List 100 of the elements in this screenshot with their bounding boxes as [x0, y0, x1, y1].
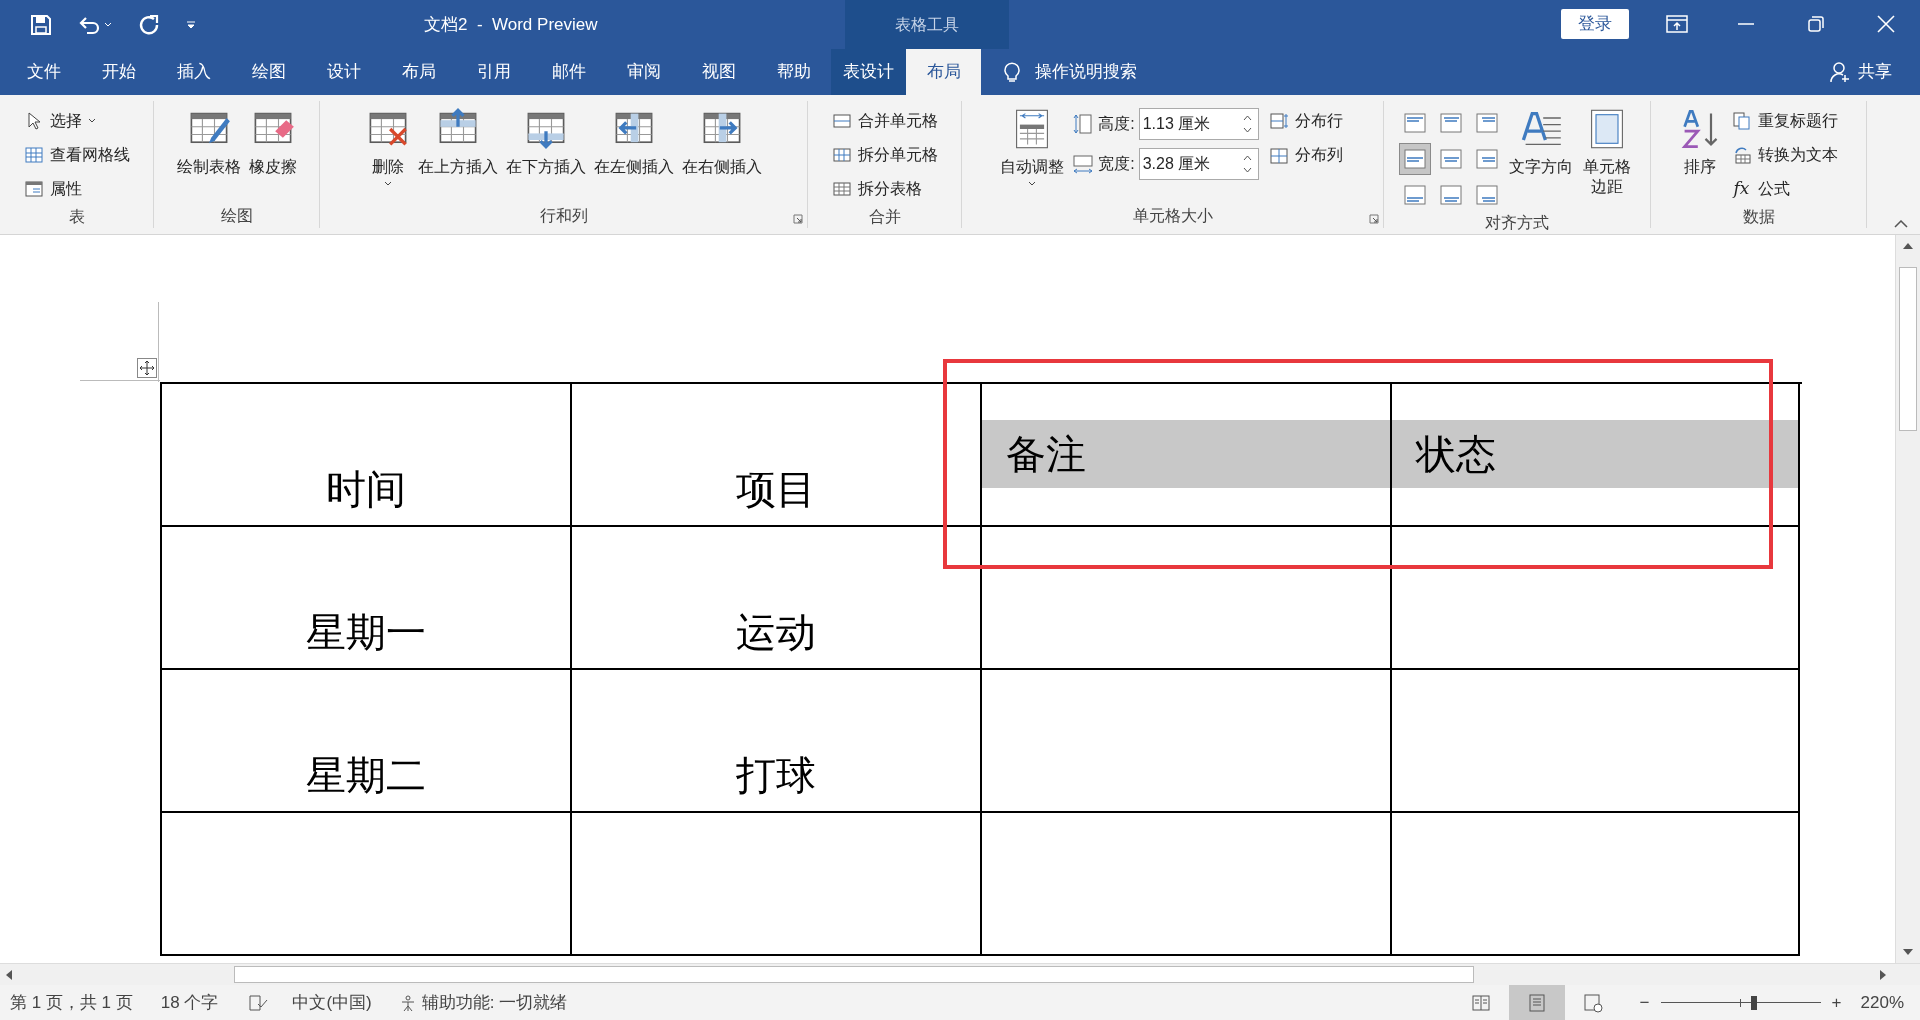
- zoom-in-button[interactable]: +: [1826, 989, 1847, 1016]
- column-width-icon: [1072, 153, 1095, 175]
- ribbon-button[interactable]: 转换为文本: [1729, 139, 1840, 171]
- table-move-handle-icon[interactable]: [137, 358, 157, 378]
- customize-toolbar-icon[interactable]: [186, 20, 196, 29]
- caret-icon[interactable]: [104, 21, 112, 28]
- ribbon-button[interactable]: fx 公式: [1729, 173, 1840, 205]
- collapse-ribbon-icon[interactable]: [1894, 220, 1908, 228]
- repeat-header-icon: [1731, 111, 1752, 131]
- ribbon-button[interactable]: 选择: [21, 105, 132, 137]
- scroll-right-icon[interactable]: [1880, 969, 1886, 980]
- merge-cells-icon: [831, 111, 852, 131]
- align-lines-icon: [1440, 113, 1463, 133]
- ribbon-button[interactable]: 自动调整: [998, 103, 1067, 187]
- ribbon-tab[interactable]: 审阅: [606, 49, 681, 95]
- ribbon-tab[interactable]: 开始: [81, 49, 156, 95]
- ribbon-tab[interactable]: 引用: [456, 49, 531, 95]
- dialog-launcher-icon[interactable]: [1369, 214, 1379, 224]
- ribbon-button[interactable]: 拆分表格: [829, 173, 940, 205]
- scroll-down-icon[interactable]: [1903, 949, 1913, 955]
- scroll-thumb[interactable]: [1899, 267, 1917, 431]
- ribbon-tab[interactable]: 视图: [681, 49, 756, 95]
- zoom-out-button[interactable]: −: [1634, 989, 1655, 1016]
- ribbon-button[interactable]: 排序: [1675, 103, 1724, 177]
- spinner-label: 宽度:: [1098, 154, 1135, 174]
- accessibility-status[interactable]: 辅助功能: 一切就绪: [399, 989, 568, 1016]
- lightbulb-icon: [1003, 60, 1021, 84]
- scroll-left-icon[interactable]: [6, 969, 12, 980]
- alignment-button[interactable]: [1399, 143, 1432, 175]
- redo-icon[interactable]: [138, 13, 160, 36]
- person-add-icon: [1830, 61, 1850, 83]
- horizontal-scrollbar[interactable]: [0, 963, 1920, 985]
- ribbon-button[interactable]: 文字方向: [1507, 103, 1576, 177]
- ribbon-tab[interactable]: 设计: [306, 49, 381, 95]
- ribbon-tab[interactable]: 表设计: [831, 49, 906, 95]
- sign-in-button[interactable]: 登录: [1561, 9, 1629, 39]
- ribbon-button[interactable]: 查看网格线: [21, 139, 132, 171]
- restore-icon[interactable]: [1808, 16, 1824, 32]
- scroll-thumb[interactable]: [234, 966, 1474, 983]
- dialog-launcher-icon[interactable]: [793, 214, 803, 224]
- table-cell: 备注: [982, 384, 1392, 527]
- ribbon-button[interactable]: 分布列: [1266, 139, 1345, 171]
- zoom-slider[interactable]: [1660, 995, 1821, 1010]
- properties-icon: [23, 179, 44, 199]
- align-lines-icon: [1476, 149, 1499, 169]
- scroll-up-icon[interactable]: [1903, 243, 1913, 249]
- ribbon-button[interactable]: 在右侧插入: [679, 103, 764, 177]
- print-layout-icon: [1526, 992, 1547, 1013]
- ribbon-tab[interactable]: 绘图: [231, 49, 306, 95]
- group-label: 合并: [868, 207, 901, 227]
- ribbon-tab[interactable]: 邮件: [531, 49, 606, 95]
- group-label: 数据: [1742, 207, 1775, 227]
- ribbon-button[interactable]: 橡皮擦: [246, 103, 299, 177]
- ribbon-button[interactable]: 重复标题行: [1729, 105, 1840, 137]
- split-table-icon: [831, 179, 852, 199]
- ribbon-button[interactable]: 在下方插入: [503, 103, 588, 177]
- vertical-scrollbar[interactable]: [1895, 235, 1920, 963]
- spinner-field[interactable]: 3.28 厘米: [1138, 148, 1259, 180]
- web-layout-icon: [1582, 992, 1603, 1013]
- align-lines-icon: [1404, 185, 1427, 205]
- ribbon-button[interactable]: 在左侧插入: [591, 103, 676, 177]
- ribbon-display-icon[interactable]: [1666, 15, 1688, 33]
- window-title: 文档2 - Word Preview: [424, 14, 598, 36]
- ribbon-button[interactable]: 拆分单元格: [829, 139, 940, 171]
- table-cell: 星期一: [162, 527, 572, 670]
- zoom-level[interactable]: 220%: [1860, 989, 1904, 1016]
- ribbon-button[interactable]: 分布行: [1266, 105, 1345, 137]
- language-status[interactable]: 中文(中国): [292, 989, 372, 1016]
- spin-arrows-icon[interactable]: [1242, 154, 1252, 174]
- word-count[interactable]: 18 个字: [160, 989, 219, 1016]
- ribbon-button[interactable]: 绘制表格: [174, 103, 243, 177]
- ribbon-button[interactable]: 属性: [21, 173, 132, 205]
- ribbon-tab[interactable]: 插入: [156, 49, 231, 95]
- ribbon-tab[interactable]: 帮助: [756, 49, 831, 95]
- group-label: 绘图: [220, 206, 253, 226]
- ribbon-tab[interactable]: 布局: [381, 49, 456, 95]
- gridlines-icon: [23, 145, 44, 165]
- align-lines-icon: [1404, 149, 1427, 169]
- save-icon[interactable]: [30, 13, 52, 36]
- page-count[interactable]: 第 1 页，共 1 页: [10, 989, 133, 1016]
- undo-icon[interactable]: [78, 14, 100, 35]
- ribbon-button[interactable]: 单元格边距: [1579, 103, 1635, 197]
- tell-me-search[interactable]: 操作说明搜索: [1003, 49, 1137, 95]
- table-cell: 运动: [572, 527, 982, 670]
- proofing-icon[interactable]: [248, 993, 269, 1012]
- table-cell: 时间: [162, 384, 572, 527]
- zoom-thumb[interactable]: [1751, 995, 1758, 1010]
- distribute-columns-icon: [1268, 145, 1289, 165]
- spin-arrows-icon[interactable]: [1242, 114, 1252, 134]
- ribbon-tab[interactable]: 文件: [6, 49, 81, 95]
- share-button[interactable]: 共享: [1830, 49, 1892, 95]
- close-icon[interactable]: [1877, 15, 1895, 33]
- spinner-field[interactable]: 1.13 厘米: [1138, 108, 1259, 140]
- ribbon-button[interactable]: 在上方插入: [415, 103, 500, 177]
- ribbon-button[interactable]: 合并单元格: [829, 105, 940, 137]
- contextual-tab-header: 表格工具: [845, 0, 1009, 49]
- align-lines-icon: [1440, 185, 1463, 205]
- ribbon-button[interactable]: 删除: [363, 103, 412, 187]
- table-cell: 状态: [1392, 384, 1800, 527]
- ribbon-tab[interactable]: 布局: [906, 49, 981, 95]
